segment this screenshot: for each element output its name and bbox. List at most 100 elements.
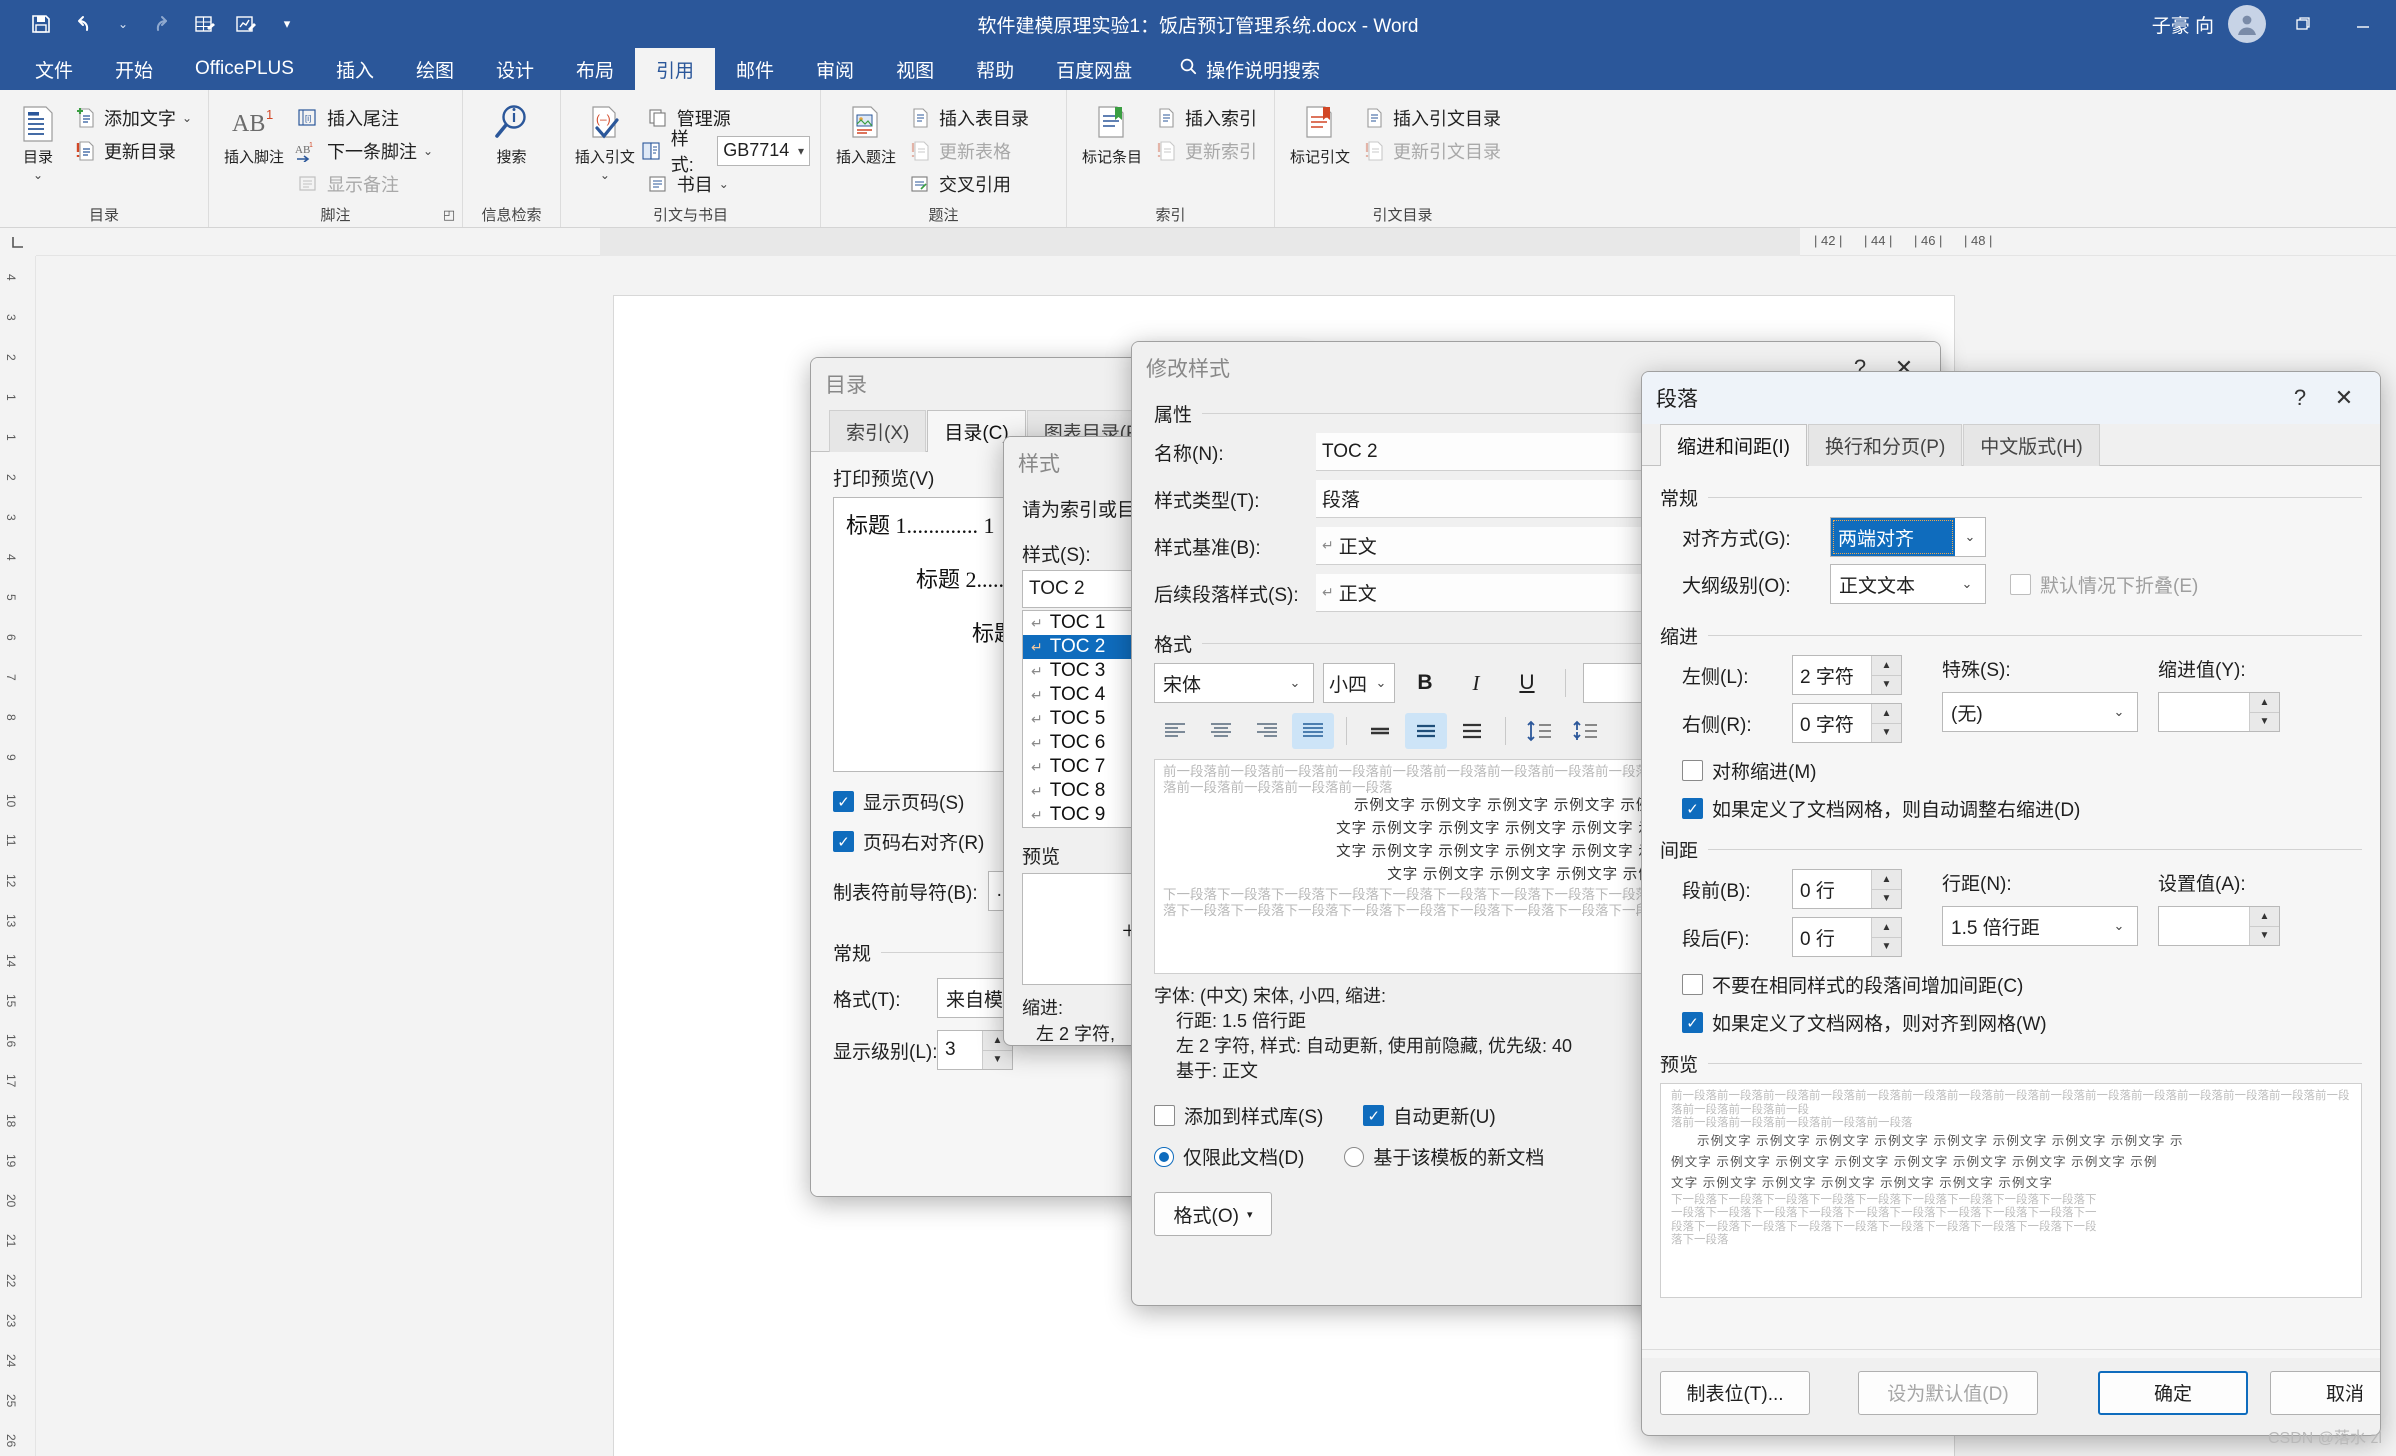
undo-icon[interactable] <box>63 7 101 41</box>
mark-entry-button[interactable]: 标记条目 <box>1077 99 1147 165</box>
bibliography-style-combo[interactable]: GB7714 ▾ <box>717 135 810 166</box>
ribbon-tab-design[interactable]: 设计 <box>475 48 555 90</box>
autofit-right-indent-checkbox[interactable]: ✓ 如果定义了文档网格，则自动调整右缩进(D) <box>1682 795 2362 822</box>
ribbon-tab-references[interactable]: 引用 <box>635 48 716 90</box>
mark-citation-button[interactable]: 标记引文 <box>1285 99 1355 165</box>
tell-me-search[interactable]: 操作说明搜索 <box>1153 48 1341 90</box>
chevron-down-icon[interactable]: ⌄ <box>33 168 43 182</box>
avatar[interactable] <box>2228 5 2266 43</box>
ribbon-tab-insert[interactable]: 插入 <box>315 48 395 90</box>
ribbon-tab-review[interactable]: 审阅 <box>795 48 875 90</box>
indent-left-spinner[interactable]: 2 字符 ▲ ▼ <box>1792 655 1902 695</box>
toc-button[interactable]: 目录 ⌄ <box>10 99 66 182</box>
align-left-icon[interactable] <box>1154 713 1196 749</box>
auto-update-checkbox[interactable]: ✓ 自动更新(U) <box>1363 1102 1496 1129</box>
set-as-default-button[interactable]: 设为默认值(D) <box>1858 1370 2038 1415</box>
ribbon-tab-view[interactable]: 视图 <box>875 48 955 90</box>
indent-right-spinner[interactable]: 0 字符 ▲ ▼ <box>1792 703 1902 743</box>
special-combo[interactable]: (无) ⌄ <box>1942 692 2138 732</box>
no-space-same-style-checkbox[interactable]: 不要在相同样式的段落间增加间距(C) <box>1682 971 2362 998</box>
insert-index-button[interactable]: 插入索引 <box>1147 102 1263 133</box>
tab-asian-typography[interactable]: 中文版式(H) <box>1963 424 2100 466</box>
indent-by-spinner[interactable]: ▲ ▼ <box>2158 692 2280 732</box>
format-menu-button[interactable]: 格式(O) ▾ <box>1154 1192 1272 1236</box>
decrease-spacing-icon[interactable] <box>1518 713 1560 749</box>
insert-footnote-button[interactable]: AB 1 插入脚注 <box>219 99 289 165</box>
next-footnote-button[interactable]: AB 1 下一条脚注 ⌄ <box>289 135 439 166</box>
ribbon-tab-file[interactable]: 文件 <box>14 48 94 90</box>
increase-spacing-icon[interactable] <box>1564 713 1606 749</box>
insert-citation-button[interactable]: (–) 插入引文 ⌄ <box>571 99 639 182</box>
ribbon-tab-home[interactable]: 开始 <box>94 48 174 90</box>
italic-button[interactable]: I <box>1455 665 1497 701</box>
insert-table-of-figures-button[interactable]: 插入表目录 <box>901 102 1035 133</box>
spinner-buttons[interactable]: ▲ ▼ <box>1871 704 1901 742</box>
research-search-button[interactable]: 搜索 <box>477 99 547 165</box>
ribbon-tab-layout[interactable]: 布局 <box>555 48 635 90</box>
bold-button[interactable]: B <box>1404 665 1446 701</box>
new-documents-from-template-radio[interactable]: 基于该模板的新文档 <box>1344 1143 1544 1170</box>
ribbon-tab-officeplus[interactable]: OfficePLUS <box>174 48 315 90</box>
spinner-buttons[interactable]: ▲ ▼ <box>2249 693 2279 731</box>
cross-reference-button[interactable]: 交叉引用 <box>901 168 1035 199</box>
undo-caret-icon[interactable]: ⌄ <box>104 7 142 41</box>
chevron-down-icon[interactable]: ⌄ <box>423 144 433 158</box>
close-icon[interactable]: ✕ <box>2322 378 2366 418</box>
tab-indents-and-spacing[interactable]: 缩进和间距(I) <box>1660 424 1807 466</box>
add-text-button[interactable]: 添加文字 ⌄ <box>66 102 198 133</box>
insert-endnote-button[interactable]: [i] 插入尾注 <box>289 102 439 133</box>
space-after-spinner[interactable]: 0 行 ▲ ▼ <box>1792 917 1902 957</box>
bibliography-button[interactable]: 书目 ⌄ <box>639 168 810 199</box>
spacing-at-spinner[interactable]: ▲ ▼ <box>2158 906 2280 946</box>
line-spacing-double-icon[interactable] <box>1451 713 1493 749</box>
insert-toa-button[interactable]: 插入引文目录 <box>1355 102 1507 133</box>
customize-qat-icon[interactable]: ▾ <box>268 7 306 41</box>
redo-icon[interactable] <box>145 7 183 41</box>
align-right-icon[interactable] <box>1246 713 1288 749</box>
tabs-button[interactable]: 制表位(T)... <box>1660 1370 1810 1415</box>
line-spacing-single-icon[interactable] <box>1359 713 1401 749</box>
save-icon[interactable] <box>22 7 60 41</box>
align-center-icon[interactable] <box>1200 713 1242 749</box>
spinner-buttons[interactable]: ▲ ▼ <box>1871 870 1901 908</box>
footnotes-dialog-launcher-icon[interactable]: ◰ <box>440 206 458 224</box>
ribbon-tab-baidu-netdisk[interactable]: 百度网盘 <box>1035 48 1153 90</box>
spinner-buttons[interactable]: ▲ ▼ <box>1871 918 1901 956</box>
ok-button[interactable]: 确定 <box>2098 1370 2248 1415</box>
mirror-indents-checkbox[interactable]: 对称缩进(M) <box>1682 757 2362 784</box>
underline-button[interactable]: U <box>1506 665 1548 701</box>
ribbon-tab-mailings[interactable]: 邮件 <box>715 48 795 90</box>
only-this-document-radio[interactable]: 仅限此文档(D) <box>1154 1143 1304 1170</box>
line-spacing-1-5-icon[interactable] <box>1405 713 1447 749</box>
insert-caption-button[interactable]: 插入题注 <box>831 99 901 165</box>
font-name-combo[interactable]: 宋体 ⌄ <box>1154 663 1314 703</box>
chevron-down-icon[interactable]: ⌄ <box>600 168 610 182</box>
tab-stop-icon[interactable] <box>0 228 36 256</box>
help-icon[interactable]: ? <box>2278 378 2322 418</box>
snap-to-grid-checkbox[interactable]: ✓ 如果定义了文档网格，则对齐到网格(W) <box>1682 1009 2362 1036</box>
restore-down-icon[interactable] <box>2280 0 2326 48</box>
vertical-ruler[interactable]: 4 3 2 1 1 2 3 4 5 6 7 8 9 10 11 12 13 14 15 16 17 18 19 20 21 22 2… <box>0 256 36 1456</box>
font-size-combo[interactable]: 小四 ⌄ <box>1323 663 1395 703</box>
alignment-combo[interactable]: 两端对齐 ⌄ <box>1830 517 1986 557</box>
minimize-icon[interactable] <box>2340 0 2386 48</box>
chart-edit-icon[interactable] <box>227 7 265 41</box>
align-justify-icon[interactable] <box>1292 713 1334 749</box>
add-to-gallery-checkbox[interactable]: 添加到样式库(S) <box>1154 1102 1323 1129</box>
toc-levels-spinner[interactable]: 3 ▲ ▼ <box>937 1030 1013 1070</box>
spinner-buttons[interactable]: ▲ ▼ <box>2249 907 2279 945</box>
ribbon-tab-help[interactable]: 帮助 <box>955 48 1035 90</box>
chevron-down-icon[interactable]: ⌄ <box>719 177 729 191</box>
chevron-down-icon[interactable]: ⌄ <box>182 111 192 125</box>
outline-level-combo[interactable]: 正文文本 ⌄ <box>1830 564 1986 604</box>
table-icon[interactable] <box>186 7 224 41</box>
ribbon-tab-draw[interactable]: 绘图 <box>395 48 475 90</box>
manage-sources-button[interactable]: 管理源 <box>639 102 810 133</box>
tab-line-and-page-breaks[interactable]: 换行和分页(P) <box>1807 424 1963 466</box>
cancel-button[interactable]: 取消 <box>2270 1370 2380 1415</box>
space-before-spinner[interactable]: 0 行 ▲ ▼ <box>1792 869 1902 909</box>
update-toc-button[interactable]: 更新目录 <box>66 135 198 166</box>
tab-index[interactable]: 索引(X) <box>829 410 927 452</box>
spinner-buttons[interactable]: ▲ ▼ <box>1871 656 1901 694</box>
line-spacing-combo[interactable]: 1.5 倍行距 ⌄ <box>1942 906 2138 946</box>
